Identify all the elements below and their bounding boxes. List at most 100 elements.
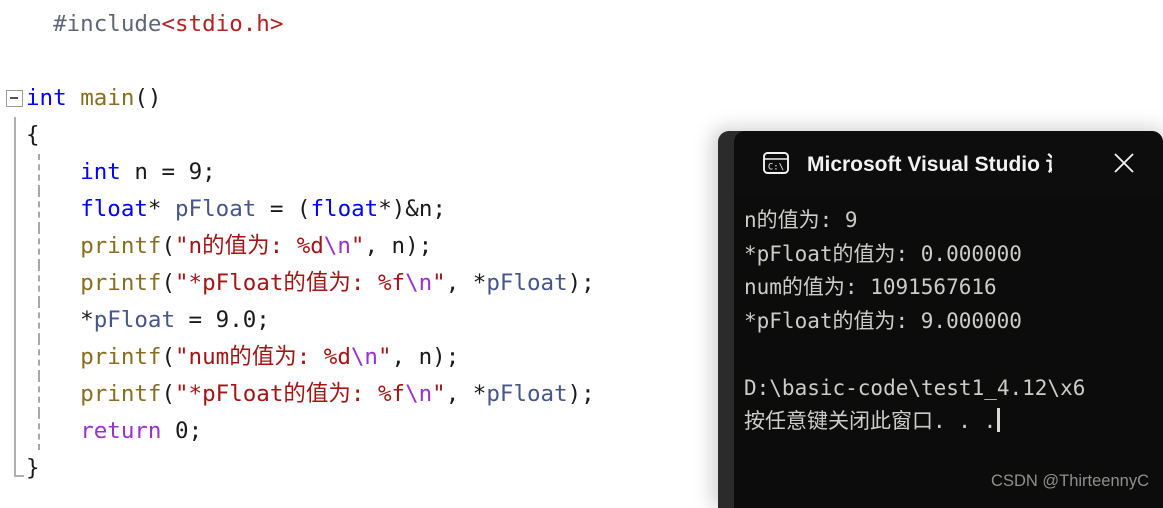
code-token: = (: [256, 196, 311, 222]
code-token: 9.0: [215, 307, 257, 333]
console-output-lines: n的值为: 9 *pFloat的值为: 0.000000 num的值为: 10915…: [744, 204, 1163, 439]
code-token: ": [350, 233, 365, 259]
code-token: (): [134, 85, 162, 111]
code-token: \n: [405, 270, 433, 296]
block-scope-bar: [13, 228, 16, 265]
indent-guide: [38, 228, 40, 265]
code-line-text: {: [26, 122, 40, 148]
code-token: ;: [256, 307, 270, 333]
code-line-text: int n = 9;: [26, 159, 215, 185]
code-token: printf: [80, 270, 162, 296]
collapse-toggle-icon[interactable]: [6, 90, 23, 107]
code-line-text: float* pFloat = (float*)&n;: [26, 196, 446, 222]
code-line-text: printf("*pFloat的值为: %f\n", *pFloat);: [26, 381, 595, 407]
code-line-text: #include<stdio.h>: [26, 11, 283, 37]
indent-guide: [38, 302, 40, 339]
screenshot-root: #include<stdio.h> int main(){ int n = 9; …: [0, 0, 1163, 508]
indent-guide: [38, 154, 40, 191]
code-token: }: [26, 455, 40, 481]
console-output-line: *pFloat的值为: 0.000000: [744, 238, 1163, 272]
code-token: 0: [175, 418, 189, 444]
code-token: printf: [80, 344, 162, 370]
console-output-text: n的值为: 9: [744, 208, 858, 232]
text-cursor: [997, 408, 1001, 432]
code-token: ": [432, 270, 446, 296]
code-line-text: printf("n的值为: %d\n", n);: [26, 233, 432, 259]
code-token: *: [26, 307, 94, 333]
code-token: printf: [80, 381, 162, 407]
code-line-text: return 0;: [26, 418, 202, 444]
code-token: , n);: [364, 233, 433, 259]
console-output-text: D:\basic-code\test1_4.12\x6: [744, 375, 1086, 400]
code-token: "*pFloat的值为: %f: [175, 381, 406, 407]
console-window-icon: C:\: [762, 149, 790, 177]
code-token: main: [80, 85, 135, 111]
code-token: );: [567, 381, 595, 407]
console-output-line: 按任意键关闭此窗口. . .: [744, 405, 1163, 439]
code-token: pFloat: [93, 307, 176, 333]
console-window[interactable]: C:\ Microsoft Visual Studio 调试控制台 n的值为: …: [718, 131, 1163, 508]
console-output-line: n的值为: 9: [744, 204, 1163, 238]
code-token: *)&n;: [378, 196, 446, 222]
code-line-text: printf("num的值为: %d\n", n);: [26, 344, 459, 370]
code-token: return: [80, 418, 162, 444]
code-line-text: int main(): [26, 85, 161, 111]
indent-guide: [38, 413, 40, 450]
code-token: );: [567, 270, 595, 296]
svg-text:C:\: C:\: [768, 162, 784, 172]
code-line[interactable]: #include<stdio.h>: [0, 6, 1163, 43]
code-token: <stdio.h>: [161, 11, 284, 37]
block-scope-bar: [13, 154, 16, 191]
code-token: ": [432, 381, 446, 407]
code-token: "num的值为: %d: [175, 344, 351, 370]
code-token: \n: [350, 344, 378, 370]
code-line[interactable]: int main(): [0, 80, 1163, 117]
code-token: (: [161, 233, 176, 259]
code-token: , n);: [391, 344, 460, 370]
block-scope-bar: [13, 450, 24, 477]
block-scope-bar: [13, 191, 16, 228]
code-token: n =: [120, 159, 189, 185]
code-token: , *: [445, 381, 487, 407]
code-token: \n: [323, 233, 351, 259]
code-line[interactable]: [0, 43, 1163, 80]
console-output-line: *pFloat的值为: 9.000000: [744, 305, 1163, 339]
console-output-line: D:\basic-code\test1_4.12\x6: [744, 372, 1163, 406]
code-token: ;: [188, 418, 203, 444]
indent-guide: [38, 265, 40, 302]
code-token: float: [80, 196, 148, 222]
code-token: pFloat: [486, 270, 568, 296]
indent-guide: [38, 191, 40, 228]
block-scope-bar: [13, 302, 16, 339]
console-output-text: *pFloat的值为: 0.000000: [744, 241, 1022, 266]
block-scope-bar: [13, 265, 16, 302]
watermark-text: CSDN @ThirteennyC: [991, 471, 1149, 490]
code-token: (: [161, 270, 176, 296]
console-output-area[interactable]: n的值为: 9 *pFloat的值为: 0.000000 num的值为: 10915…: [734, 194, 1163, 508]
indent-guide: [38, 339, 40, 376]
code-line-text: printf("*pFloat的值为: %f\n", *pFloat);: [26, 270, 595, 296]
code-token: "*pFloat的值为: %f: [175, 270, 406, 296]
code-token: (: [161, 344, 176, 370]
code-token: =: [175, 307, 216, 333]
console-title-bar[interactable]: C:\ Microsoft Visual Studio 调试控制台: [734, 131, 1163, 194]
console-output-line: num的值为: 1091567616: [744, 271, 1163, 305]
code-token: float: [310, 196, 379, 222]
code-line-text: *pFloat = 9.0;: [26, 307, 270, 333]
close-icon[interactable]: [1111, 150, 1137, 176]
code-token: int: [26, 85, 67, 111]
code-token: 9: [188, 159, 203, 185]
code-token: {: [26, 122, 40, 148]
console-output-text: *pFloat的值为: 9.000000: [744, 308, 1022, 333]
code-token: ": [377, 344, 392, 370]
block-scope-bar: [13, 339, 16, 376]
code-line-text: }: [26, 455, 40, 481]
